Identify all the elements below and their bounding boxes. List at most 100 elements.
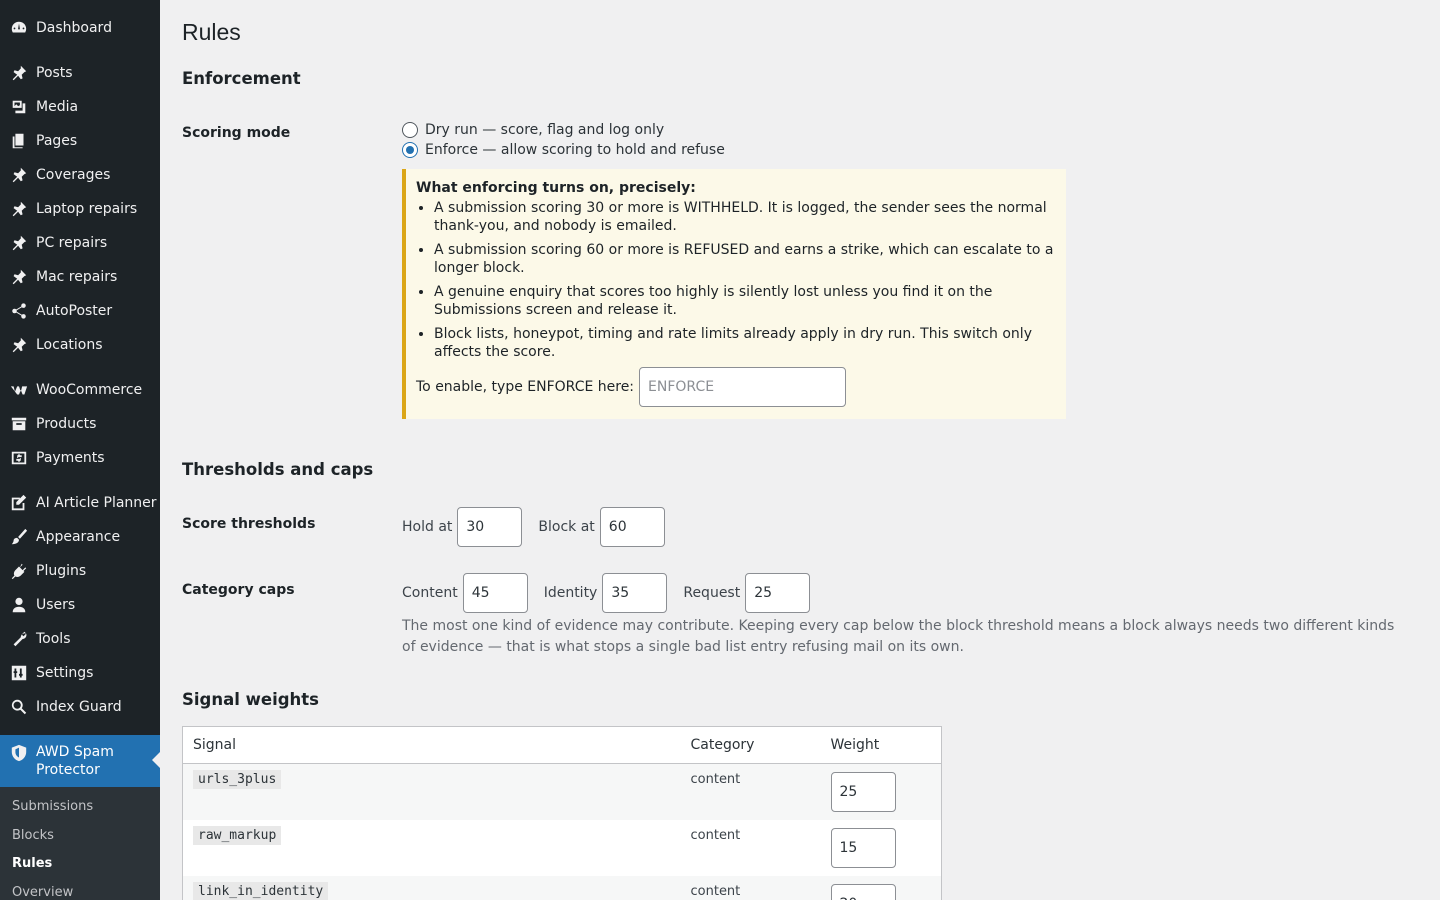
enable-label: To enable, type ENFORCE here: — [416, 379, 635, 395]
menu-item-laptop-repairs[interactable]: Laptop repairs — [0, 192, 160, 226]
enforcement-heading: Enforcement — [182, 69, 301, 88]
radio-dry-run-input[interactable] — [402, 122, 418, 138]
category-caps-label: Category caps — [182, 582, 295, 598]
menu-item-tools[interactable]: Tools — [0, 622, 160, 656]
menu-item-index-guard[interactable]: Index Guard — [0, 690, 160, 724]
signal-cell: link_in_identity — [182, 876, 681, 900]
menu-item-dashboard[interactable]: Dashboard — [0, 11, 160, 45]
table-row: link_in_identity content — [182, 876, 942, 900]
pages-icon — [9, 131, 29, 151]
sliders-icon — [9, 663, 29, 683]
identity-cap-label: Identity — [543, 585, 598, 601]
menu-label: AWD Spam Protector — [36, 744, 114, 778]
menu-label: Tools — [36, 631, 71, 647]
menu-item-pc-repairs[interactable]: PC repairs — [0, 226, 160, 260]
submenu-item-rules[interactable]: Rules — [0, 852, 160, 881]
pin-icon — [9, 165, 29, 185]
menu-item-plugins[interactable]: Plugins — [0, 554, 160, 588]
menu-label: Appearance — [36, 529, 121, 545]
admin-sidebar: Dashboard Posts Media Pages Coverages La… — [0, 0, 160, 900]
warning-item: A submission scoring 30 or more is WITHH… — [434, 199, 1054, 235]
menu-item-locations[interactable]: Locations — [0, 328, 160, 362]
radio-enforce-label[interactable]: Enforce — allow scoring to hold and refu… — [425, 142, 725, 158]
request-cap-input[interactable] — [745, 573, 811, 613]
menu-label: Mac repairs — [36, 269, 118, 285]
menu-item-media[interactable]: Media — [0, 90, 160, 124]
signal-weights-table: Signal Category Weight urls_3plus conten… — [182, 726, 942, 900]
identity-cap-input[interactable] — [602, 573, 668, 613]
table-row: raw_markup content — [183, 820, 942, 876]
menu-label: Settings — [36, 665, 94, 681]
menu-item-awd-spam-protector[interactable]: AWD Spam Protector — [0, 735, 160, 787]
pin-icon — [9, 63, 29, 83]
signal-code: urls_3plus — [193, 770, 282, 789]
hold-at-label: Hold at — [402, 519, 453, 535]
weight-input[interactable] — [830, 828, 896, 868]
menu-item-settings[interactable]: Settings — [0, 656, 160, 690]
menu-label: Plugins — [36, 563, 87, 579]
warning-title: What enforcing turns on, precisely: — [416, 180, 696, 196]
menu-item-coverages[interactable]: Coverages — [0, 158, 160, 192]
score-thresholds-group: Hold at Block at — [402, 507, 681, 547]
signal-code: raw_markup — [193, 826, 282, 845]
score-thresholds-label: Score thresholds — [182, 516, 316, 532]
hold-at-input[interactable] — [457, 507, 523, 547]
pin-icon — [9, 267, 29, 287]
signal-code: link_in_identity — [193, 882, 329, 900]
menu-label: Products — [36, 416, 97, 432]
enable-row: To enable, type ENFORCE here: — [416, 367, 1054, 407]
share-icon — [9, 301, 29, 321]
menu-item-posts[interactable]: Posts — [0, 56, 160, 90]
submenu-item-overview[interactable]: Overview — [0, 881, 160, 900]
radio-dry-run-label[interactable]: Dry run — score, flag and log only — [425, 122, 664, 138]
enforce-warning-notice: What enforcing turns on, precisely: A su… — [402, 169, 1066, 419]
pin-icon — [9, 233, 29, 253]
menu-item-autoposter[interactable]: AutoPoster — [0, 294, 160, 328]
warning-item: A submission scoring 60 or more is REFUS… — [434, 241, 1054, 277]
signal-cell: raw_markup — [183, 820, 681, 876]
column-header-signal: Signal — [182, 726, 681, 764]
content-cap-input[interactable] — [462, 573, 528, 613]
submenu: Submissions Blocks Rules Overview — [0, 787, 160, 900]
dashboard-icon — [9, 18, 29, 38]
menu-item-woocommerce[interactable]: WooCommerce — [0, 373, 160, 407]
wrench-icon — [9, 629, 29, 649]
radio-enforce-input[interactable] — [402, 142, 418, 158]
radio-enforce[interactable]: Enforce — allow scoring to hold and refu… — [402, 140, 725, 160]
category-cell: content — [690, 828, 741, 843]
menu-label: Dashboard — [36, 20, 112, 36]
edit-icon — [9, 493, 29, 513]
menu-label: Index Guard — [36, 699, 122, 715]
menu-label: AI Article Planner — [36, 495, 157, 511]
menu-item-products[interactable]: Products — [0, 407, 160, 441]
block-at-input[interactable] — [599, 507, 665, 547]
menu-label: Pages — [36, 133, 78, 149]
menu-item-users[interactable]: Users — [0, 588, 160, 622]
menu-label: Media — [36, 99, 79, 115]
signal-cell: urls_3plus — [182, 763, 681, 820]
menu-label: WooCommerce — [36, 382, 143, 398]
menu-item-appearance[interactable]: Appearance — [0, 520, 160, 554]
warning-item: Block lists, honeypot, timing and rate l… — [434, 325, 1054, 361]
category-caps-group: Content Identity Request — [402, 573, 826, 613]
block-at-label: Block at — [538, 519, 595, 535]
menu-item-mac-repairs[interactable]: Mac repairs — [0, 260, 160, 294]
weight-cell — [821, 820, 942, 876]
menu-item-payments[interactable]: Payments — [0, 441, 160, 475]
caps-description: The most one kind of evidence may contri… — [402, 618, 1395, 655]
menu-label: Payments — [36, 450, 105, 466]
weight-input[interactable] — [830, 884, 896, 900]
menu-item-ai-article-planner[interactable]: AI Article Planner — [0, 486, 160, 520]
weight-input[interactable] — [830, 772, 896, 812]
woocommerce-icon — [9, 380, 29, 400]
radio-dry-run[interactable]: Dry run — score, flag and log only — [402, 120, 664, 140]
menu-item-pages[interactable]: Pages — [0, 124, 160, 158]
search-icon — [9, 697, 29, 717]
submenu-item-blocks[interactable]: Blocks — [0, 824, 160, 853]
shield-icon — [9, 743, 29, 763]
enforce-confirm-input[interactable] — [639, 367, 847, 407]
table-header-row: Signal Category Weight — [182, 726, 942, 764]
menu-label: Laptop repairs — [36, 201, 138, 217]
submenu-item-submissions[interactable]: Submissions — [0, 795, 160, 824]
thresholds-heading: Thresholds and caps — [182, 460, 374, 479]
